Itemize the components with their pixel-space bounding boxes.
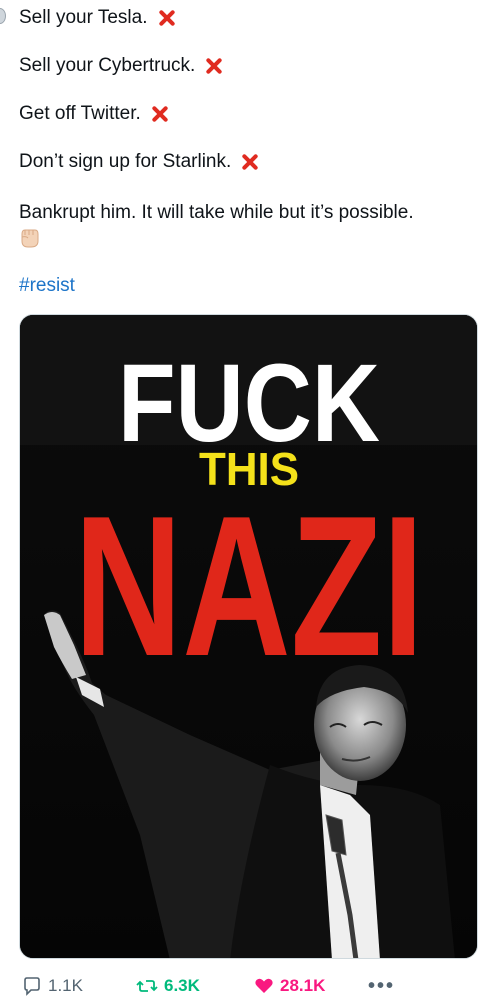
hashtag-link[interactable]: #resist — [19, 274, 75, 298]
post-line-text: Don’t sign up for Starlink. — [19, 151, 232, 172]
cross-mark-icon — [239, 151, 261, 173]
cross-mark-icon — [149, 103, 171, 125]
post-line: Don’t sign up for Starlink. — [19, 150, 261, 174]
post-line-text: Sell your Tesla. — [19, 7, 148, 28]
post-line-text: Bankrupt him. It will take while but it’… — [19, 202, 414, 223]
post-line: Sell your Tesla. — [19, 6, 178, 30]
post-line-text: Get off Twitter. — [19, 103, 141, 124]
post-media-image[interactable]: FUCK THIS NAZI — [19, 314, 478, 959]
retweet-icon — [136, 980, 158, 992]
reply-button[interactable]: 1.1K — [22, 972, 83, 1000]
cross-mark-icon — [156, 7, 178, 29]
author-avatar[interactable] — [0, 8, 6, 24]
more-options-button[interactable]: ••• — [368, 972, 395, 1000]
poster-graphic: FUCK THIS NAZI — [20, 315, 477, 958]
post-line: Bankrupt him. It will take while but it’… — [19, 201, 414, 225]
post-line: Sell your Cybertruck. — [19, 54, 225, 78]
retweet-count: 6.3K — [164, 976, 200, 995]
poster-word-nazi: NAZI — [74, 475, 424, 698]
post-line: Get off Twitter. — [19, 102, 171, 126]
like-button[interactable]: 28.1K — [254, 972, 325, 1000]
more-icon: ••• — [368, 975, 396, 997]
heart-icon — [255, 978, 273, 993]
reply-icon — [24, 977, 40, 996]
post-line-text: Sell your Cybertruck. — [19, 55, 196, 76]
reply-count: 1.1K — [48, 976, 83, 995]
cross-mark-icon — [203, 55, 225, 77]
raised-fist-icon — [21, 229, 39, 248]
retweet-button[interactable]: 6.3K — [136, 972, 200, 1000]
post-action-bar: 1.1K 6.3K 28.1K ••• — [0, 972, 489, 1000]
like-count: 28.1K — [280, 976, 326, 995]
